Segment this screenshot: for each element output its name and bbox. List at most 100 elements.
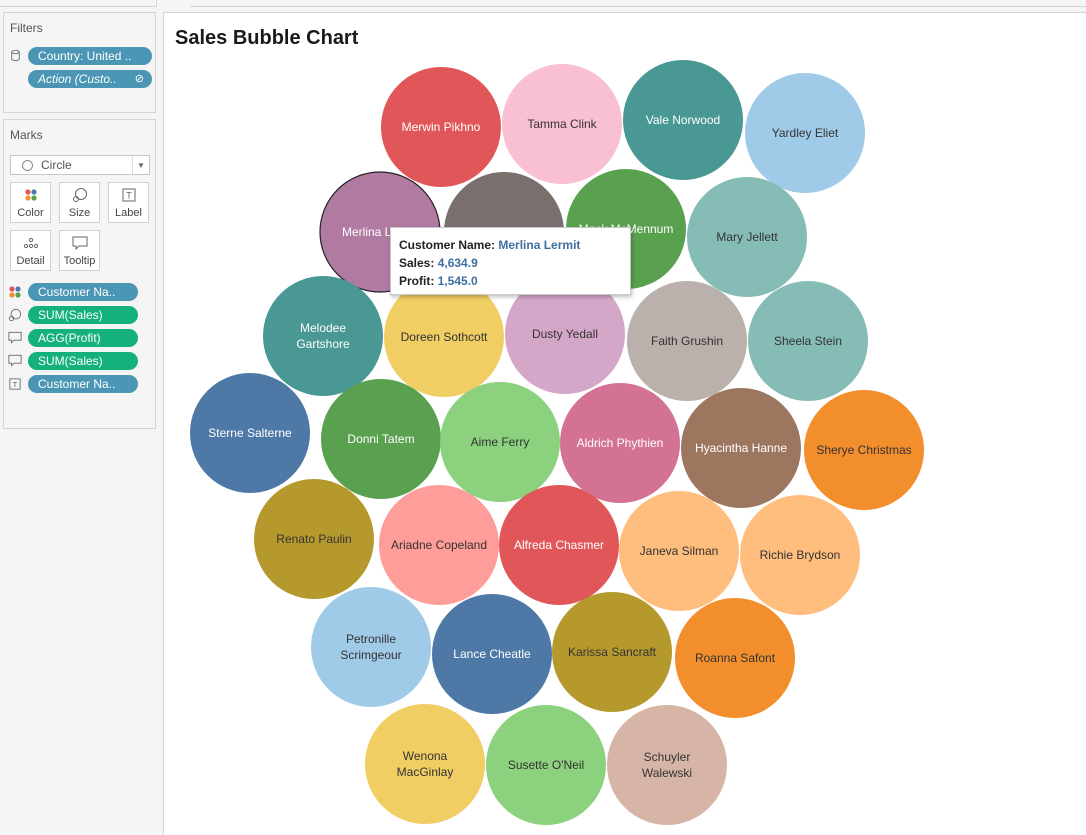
marks-field-pill[interactable]: Customer Na.. bbox=[28, 374, 138, 393]
bubble-label: Hyacintha Hanne bbox=[695, 441, 787, 455]
bubble-yardley-eliet[interactable]: Yardley Eliet bbox=[745, 73, 865, 193]
circle-icon bbox=[22, 159, 33, 171]
bubble-label: Aime Ferry bbox=[471, 435, 530, 449]
bubble-wenona-macginlay[interactable]: Wenona MacGinlay bbox=[365, 704, 485, 824]
bubble-chart: Merwin Pikhno Tamma Clink Vale Norwood Yard… bbox=[190, 60, 924, 825]
bubble-label: Tamma Clink bbox=[527, 117, 597, 131]
bubble-label: Dusty Yedall bbox=[532, 327, 598, 341]
bubble-susette-o-neil[interactable]: Susette O'Neil bbox=[486, 705, 606, 825]
bubble-mark[interactable] bbox=[607, 705, 727, 825]
marks-field-pill[interactable]: SUM(Sales) bbox=[28, 305, 138, 324]
marks-color-button[interactable]: Color bbox=[10, 182, 51, 223]
bubble-schuyler-walewski[interactable]: Schuyler Walewski bbox=[607, 705, 727, 825]
bubble-alfreda-chasmer[interactable]: Alfreda Chasmer bbox=[499, 485, 619, 605]
bubble-label: Ariadne Copeland bbox=[391, 538, 487, 552]
svg-text:T: T bbox=[13, 380, 18, 389]
bubble-label: Mary Jellett bbox=[716, 230, 778, 244]
mark-type-dropdown[interactable]: Circle ▼ bbox=[10, 155, 150, 175]
bubble-vale-norwood[interactable]: Vale Norwood bbox=[623, 60, 743, 180]
bubble-label: Janeva Silman bbox=[640, 544, 719, 558]
bubble-label: Faith Grushin bbox=[651, 334, 723, 348]
marks-label-button[interactable]: T Label bbox=[108, 182, 149, 223]
color-dots-icon bbox=[24, 183, 38, 207]
marks-title: Marks bbox=[10, 128, 43, 142]
size-icon bbox=[72, 183, 88, 207]
bubble-karissa-sancraft[interactable]: Karissa Sancraft bbox=[552, 592, 672, 712]
bubble-label: Sherye Christmas bbox=[816, 443, 911, 457]
marks-field-tooltip-profit[interactable]: AGG(Profit) bbox=[8, 328, 138, 347]
marks-field-size[interactable]: SUM(Sales) bbox=[8, 305, 138, 324]
tooltip-sales-value: 4,634.9 bbox=[437, 256, 478, 270]
bubble-tamma-clink[interactable]: Tamma Clink bbox=[502, 64, 622, 184]
bubble-label: Sheela Stein bbox=[774, 334, 842, 348]
marks-field-pill[interactable]: SUM(Sales) bbox=[28, 351, 138, 370]
tooltip-profit-value: 1,545.0 bbox=[437, 274, 478, 288]
bubble-mary-jellett[interactable]: Mary Jellett bbox=[687, 177, 807, 297]
marks-field-pill[interactable]: Customer Na.. bbox=[28, 282, 138, 301]
bubble-lance-cheatle[interactable]: Lance Cheatle bbox=[432, 594, 552, 714]
label-icon: T bbox=[122, 183, 136, 207]
bubble-label: Merwin Pikhno bbox=[402, 120, 481, 134]
filter-action-pill[interactable]: Action (Custo.. ⊘ bbox=[28, 69, 152, 88]
bubble-mark[interactable] bbox=[365, 704, 485, 824]
bubble-aldrich-phythien[interactable]: Aldrich Phythien bbox=[560, 383, 680, 503]
tooltip-profit-row: Profit: 1,545.0 bbox=[399, 272, 630, 290]
bubble-label: Sterne Salterne bbox=[208, 426, 292, 440]
bubble-merwin-pikhno[interactable]: Merwin Pikhno bbox=[381, 67, 501, 187]
link-icon: ⊘ bbox=[134, 72, 144, 85]
worksheet-area: Sales Bubble Chart Merwin Pikhno Tamma Cl… bbox=[163, 12, 1086, 835]
bubble-faith-grushin[interactable]: Faith Grushin bbox=[627, 281, 747, 401]
bubble-sherye-christmas[interactable]: Sherye Christmas bbox=[804, 390, 924, 510]
bubble-renato-paulin[interactable]: Renato Paulin bbox=[254, 479, 374, 599]
bubble-sterne-salterne[interactable]: Sterne Salterne bbox=[190, 373, 310, 493]
bubble-ariadne-copeland[interactable]: Ariadne Copeland bbox=[379, 485, 499, 605]
tooltip-name-value: Merlina Lermit bbox=[498, 238, 581, 252]
blank-icon bbox=[8, 72, 22, 86]
marks-field-label[interactable]: T Customer Na.. bbox=[8, 374, 138, 393]
bubble-label: Roanna Safont bbox=[695, 651, 776, 665]
bubble-label: Lance Cheatle bbox=[453, 647, 531, 661]
marks-field-tooltip-sales[interactable]: SUM(Sales) bbox=[8, 351, 138, 370]
filter-action-label: Action (Custo.. bbox=[38, 71, 117, 86]
bubble-sheela-stein[interactable]: Sheela Stein bbox=[748, 281, 868, 401]
detail-icon bbox=[23, 231, 39, 255]
tooltip-sales-row: Sales: 4,634.9 bbox=[399, 254, 630, 272]
tooltip-icon bbox=[8, 354, 22, 368]
marks-tooltip-button[interactable]: Tooltip bbox=[59, 230, 100, 271]
bubble-donni-tatem[interactable]: Donni Tatem bbox=[321, 379, 441, 499]
marks-field-color[interactable]: Customer Na.. bbox=[8, 282, 138, 301]
bubble-mark[interactable] bbox=[263, 276, 383, 396]
marks-detail-label: Detail bbox=[16, 255, 45, 267]
bubble-doreen-sothcott[interactable]: Doreen Sothcott bbox=[384, 277, 504, 397]
bubble-hyacintha-hanne[interactable]: Hyacintha Hanne bbox=[681, 388, 801, 508]
filter-action[interactable]: Action (Custo.. ⊘ bbox=[8, 69, 152, 88]
label-icon: T bbox=[8, 377, 22, 391]
bubble-aime-ferry[interactable]: Aime Ferry bbox=[440, 382, 560, 502]
bubble-richie-brydson[interactable]: Richie Brydson bbox=[740, 495, 860, 615]
bubble-janeva-silman[interactable]: Janeva Silman bbox=[619, 491, 739, 611]
filter-country-pill[interactable]: Country: United .. bbox=[28, 46, 152, 65]
bubble-label: Susette O'Neil bbox=[508, 758, 584, 772]
chevron-down-icon[interactable]: ▼ bbox=[132, 156, 149, 174]
database-icon bbox=[8, 49, 22, 63]
bubble-label: Yardley Eliet bbox=[772, 126, 839, 140]
bubble-petronille-scrimgeour[interactable]: Petronille Scrimgeour bbox=[311, 587, 431, 707]
bubble-label: Doreen Sothcott bbox=[401, 330, 488, 344]
top-tab-strip-mid bbox=[190, 0, 260, 7]
marks-color-label: Color bbox=[17, 207, 44, 219]
tooltip-name-row: Customer Name: Merlina Lermit bbox=[399, 236, 630, 254]
marks-field-pill[interactable]: AGG(Profit) bbox=[28, 328, 138, 347]
filter-country[interactable]: Country: United .. bbox=[8, 46, 152, 65]
bubble-melodee-gartshore[interactable]: Melodee Gartshore bbox=[263, 276, 383, 396]
tooltip-name-label: Customer Name: bbox=[399, 238, 496, 252]
bubble-mark[interactable] bbox=[311, 587, 431, 707]
marks-panel: Marks Circle ▼ Color Size T Label Detail… bbox=[3, 119, 156, 429]
filters-panel: Filters Country: United .. Action (Custo… bbox=[3, 12, 156, 113]
tooltip-sales-label: Sales: bbox=[399, 256, 435, 270]
marks-detail-button[interactable]: Detail bbox=[10, 230, 51, 271]
filters-title: Filters bbox=[10, 21, 43, 35]
size-icon bbox=[8, 308, 22, 322]
bubble-label: Renato Paulin bbox=[276, 532, 351, 546]
bubble-roanna-safont[interactable]: Roanna Safont bbox=[675, 598, 795, 718]
marks-size-button[interactable]: Size bbox=[59, 182, 100, 223]
